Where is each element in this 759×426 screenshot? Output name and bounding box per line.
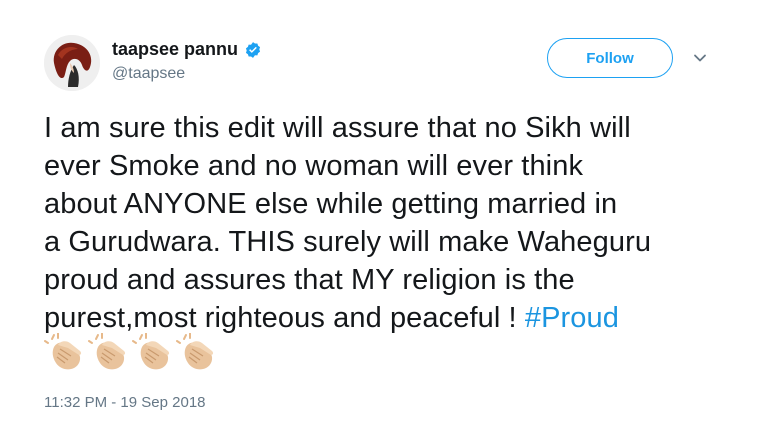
tweet-line: about ANYONE else while getting married … (44, 188, 618, 220)
tweet-timestamp[interactable]: 11:32 PM - 19 Sep 2018 (44, 394, 206, 411)
tweet-line: proud and assures that MY religion is th… (44, 264, 575, 296)
hashtag-link[interactable]: #Proud (525, 302, 619, 334)
user-handle[interactable]: @taapsee (112, 65, 185, 83)
tweet-text: I am sure this edit will assure that no … (44, 109, 734, 337)
emoji-row (44, 333, 216, 373)
clapping-hands-icon (176, 333, 214, 370)
chevron-down-icon[interactable] (692, 50, 708, 66)
tweet-line-text: purest,most righteous and peaceful ! (44, 302, 525, 334)
tweet-line: I am sure this edit will assure that no … (44, 112, 631, 144)
display-name[interactable]: taapsee pannu (112, 39, 238, 60)
follow-button[interactable]: Follow (547, 38, 673, 78)
avatar[interactable] (44, 35, 100, 91)
profile-photo-icon (44, 35, 100, 91)
clapping-hands-icon (44, 333, 82, 370)
tweet-line: a Gurudwara. THIS surely will make Waheg… (44, 226, 652, 258)
tweet-line: purest,most righteous and peaceful ! #Pr… (44, 299, 734, 337)
verified-badge-icon (245, 41, 261, 58)
tweet-line: ever Smoke and no woman will ever think (44, 150, 584, 182)
name-row: taapsee pannu (112, 39, 262, 60)
clapping-hands-icon (132, 333, 170, 370)
clapping-hands-icon (88, 333, 126, 370)
